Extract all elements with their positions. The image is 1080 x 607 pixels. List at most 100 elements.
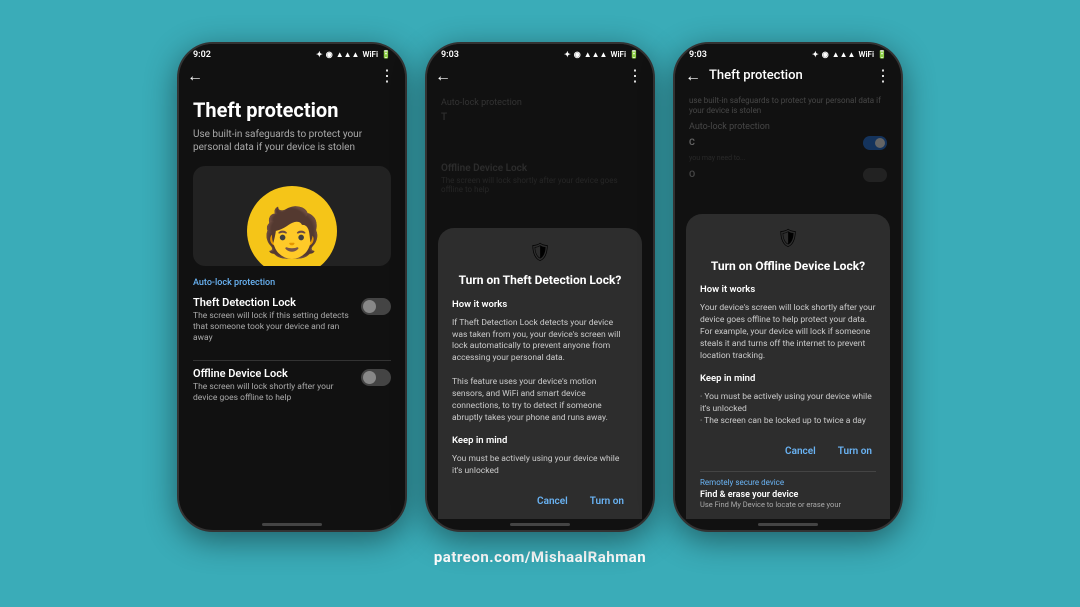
bg-theft-name: T: [441, 112, 639, 123]
home-indicator-3: [758, 523, 818, 526]
offline-device-name: Offline Device Lock: [193, 367, 355, 380]
theft-detection-text: Theft Detection Lock The screen will loc…: [193, 296, 355, 344]
back-arrow-1[interactable]: ←: [187, 66, 203, 86]
wifi-icon-2: WiFi: [610, 50, 626, 59]
signal-icon-3: ▲▲▲: [832, 50, 856, 59]
phone2-bg: Auto-lock protection T Offline Device Lo…: [427, 90, 653, 202]
cancel-button-2[interactable]: Cancel: [533, 494, 572, 509]
more-menu-3[interactable]: ⋮: [875, 66, 891, 85]
signal-icon: ▲▲▲: [336, 50, 360, 59]
cancel-button-3[interactable]: Cancel: [781, 444, 820, 459]
p3-section: Auto-lock protection: [689, 122, 887, 132]
more-menu-1[interactable]: ⋮: [379, 66, 395, 85]
battery-icon-3: 🔋: [877, 50, 887, 59]
nav-bar-1: ← ⋮: [179, 62, 405, 90]
offline-device-row[interactable]: Offline Device Lock The screen will lock…: [193, 367, 391, 404]
bt-icon-2: ✦: [564, 50, 571, 59]
dialog-title-3: Turn on Offline Device Lock?: [700, 259, 876, 275]
battery-icon-2: 🔋: [629, 50, 639, 59]
how-it-works-body-3: Your device's screen will lock shortly a…: [700, 303, 876, 362]
theft-detection-name: Theft Detection Lock: [193, 296, 355, 309]
remote-section-label: Remotely secure device: [700, 478, 876, 487]
dialog-actions-3: Cancel Turn on: [700, 444, 876, 459]
nav-bar-2: ← ⋮: [427, 62, 653, 90]
phone-3: 9:03 ✦ ◉ ▲▲▲ WiFi 🔋 ← Theft protection ⋮…: [673, 42, 903, 532]
p3-theft-desc: you may need to...: [689, 154, 887, 162]
phone3-dialog: 🛡 Turn on Offline Device Lock? How it wo…: [686, 214, 890, 519]
bt-icon-3: ✦: [812, 50, 819, 59]
page-title-1: Theft protection: [193, 98, 391, 122]
keep-in-mind-body-2: You must be actively using your device w…: [452, 454, 628, 478]
p3-theft-name: C: [689, 138, 695, 148]
status-bar-1: 9:02 ✦ ◉ ▲▲▲ WiFi 🔋: [179, 44, 405, 62]
dialog-shield-icon-3: 🛡: [700, 228, 876, 249]
signal-icon-2: ▲▲▲: [584, 50, 608, 59]
phone1-main-content: Theft protection Use built-in safeguards…: [179, 90, 405, 519]
p3-theft-toggle: [863, 136, 887, 150]
divider-1: [193, 360, 391, 361]
illus-person-icon: 🧑: [262, 204, 322, 261]
nav-title-3: Theft protection: [709, 68, 875, 83]
p3-theft-row: C: [689, 136, 887, 150]
status-bar-3: 9:03 ✦ ◉ ▲▲▲ WiFi 🔋: [675, 44, 901, 62]
bg-section: Auto-lock protection: [441, 98, 639, 108]
p3-toggle-dot: [875, 138, 885, 148]
back-arrow-2[interactable]: ←: [435, 66, 451, 86]
find-erase-desc: Use Find My Device to locate or erase yo…: [700, 500, 876, 509]
remote-section: Remotely secure device Find & erase your…: [700, 471, 876, 509]
wifi-icon: WiFi: [362, 50, 378, 59]
p3-offline-toggle: [863, 168, 887, 182]
nfc-icon-3: ◉: [822, 50, 829, 59]
nfc-icon-2: ◉: [574, 50, 581, 59]
phone2-overlay: Auto-lock protection T Offline Device Lo…: [427, 90, 653, 519]
nav-bar-3: ← Theft protection ⋮: [675, 62, 901, 90]
status-icons-3: ✦ ◉ ▲▲▲ WiFi 🔋: [812, 50, 887, 59]
theft-illustration: 🧑: [193, 166, 391, 266]
keep-in-mind-label-2: Keep in mind: [452, 435, 628, 446]
theft-detection-toggle[interactable]: [361, 298, 391, 315]
wifi-icon-3: WiFi: [858, 50, 874, 59]
phone2-dialog: 🛡 Turn on Theft Detection Lock? How it w…: [438, 228, 642, 518]
p3-offline-name: O: [689, 170, 695, 180]
back-arrow-3[interactable]: ←: [685, 66, 701, 86]
status-time-3: 9:03: [689, 50, 707, 60]
nfc-icon: ◉: [326, 50, 333, 59]
bt-icon: ✦: [316, 50, 323, 59]
home-indicator-1: [262, 523, 322, 526]
status-bar-2: 9:03 ✦ ◉ ▲▲▲ WiFi 🔋: [427, 44, 653, 62]
find-erase-title: Find & erase your device: [700, 490, 876, 500]
status-icons-1: ✦ ◉ ▲▲▲ WiFi 🔋: [316, 50, 391, 59]
phone3-bg: use built-in safeguards to protect your …: [675, 90, 901, 189]
bg-offline-name: Offline Device Lock: [441, 163, 639, 174]
phones-container: 9:02 ✦ ◉ ▲▲▲ WiFi 🔋 ← ⋮ Theft protection…: [177, 42, 903, 542]
offline-device-desc: The screen will lock shortly after your …: [193, 382, 355, 404]
more-menu-2[interactable]: ⋮: [627, 66, 643, 85]
dialog-shield-icon-2: 🛡: [452, 242, 628, 263]
phone-2: 9:03 ✦ ◉ ▲▲▲ WiFi 🔋 ← ⋮ Auto-lock protec…: [425, 42, 655, 532]
keep-in-mind-body-3: · You must be actively using your device…: [700, 392, 876, 428]
how-it-works-label-3: How it works: [700, 284, 876, 295]
dialog-title-2: Turn on Theft Detection Lock?: [452, 273, 628, 289]
status-icons-2: ✦ ◉ ▲▲▲ WiFi 🔋: [564, 50, 639, 59]
turn-on-button-2[interactable]: Turn on: [586, 494, 628, 509]
theft-detection-row[interactable]: Theft Detection Lock The screen will loc…: [193, 296, 391, 344]
section-label-1: Auto-lock protection: [193, 278, 391, 288]
theft-detection-desc: The screen will lock if this setting det…: [193, 311, 355, 344]
home-indicator-2: [510, 523, 570, 526]
keep-in-mind-label-3: Keep in mind: [700, 373, 876, 384]
battery-icon: 🔋: [381, 50, 391, 59]
turn-on-button-3[interactable]: Turn on: [834, 444, 876, 459]
p3-top-desc: use built-in safeguards to protect your …: [689, 96, 887, 117]
status-time-1: 9:02: [193, 50, 211, 60]
how-it-works-label-2: How it works: [452, 299, 628, 310]
watermark: patreon.com/MishaalRahman: [434, 548, 646, 566]
bg-offline-desc: The screen will lock shortly after your …: [441, 176, 639, 194]
offline-device-text: Offline Device Lock The screen will lock…: [193, 367, 355, 404]
page-subtitle-1: Use built-in safeguards to protect your …: [193, 128, 391, 154]
offline-device-toggle[interactable]: [361, 369, 391, 386]
status-time-2: 9:03: [441, 50, 459, 60]
p3-offline-row: O: [689, 168, 887, 182]
phone-1: 9:02 ✦ ◉ ▲▲▲ WiFi 🔋 ← ⋮ Theft protection…: [177, 42, 407, 532]
phone3-overlay: use built-in safeguards to protect your …: [675, 90, 901, 519]
dialog-actions-2: Cancel Turn on: [452, 494, 628, 509]
